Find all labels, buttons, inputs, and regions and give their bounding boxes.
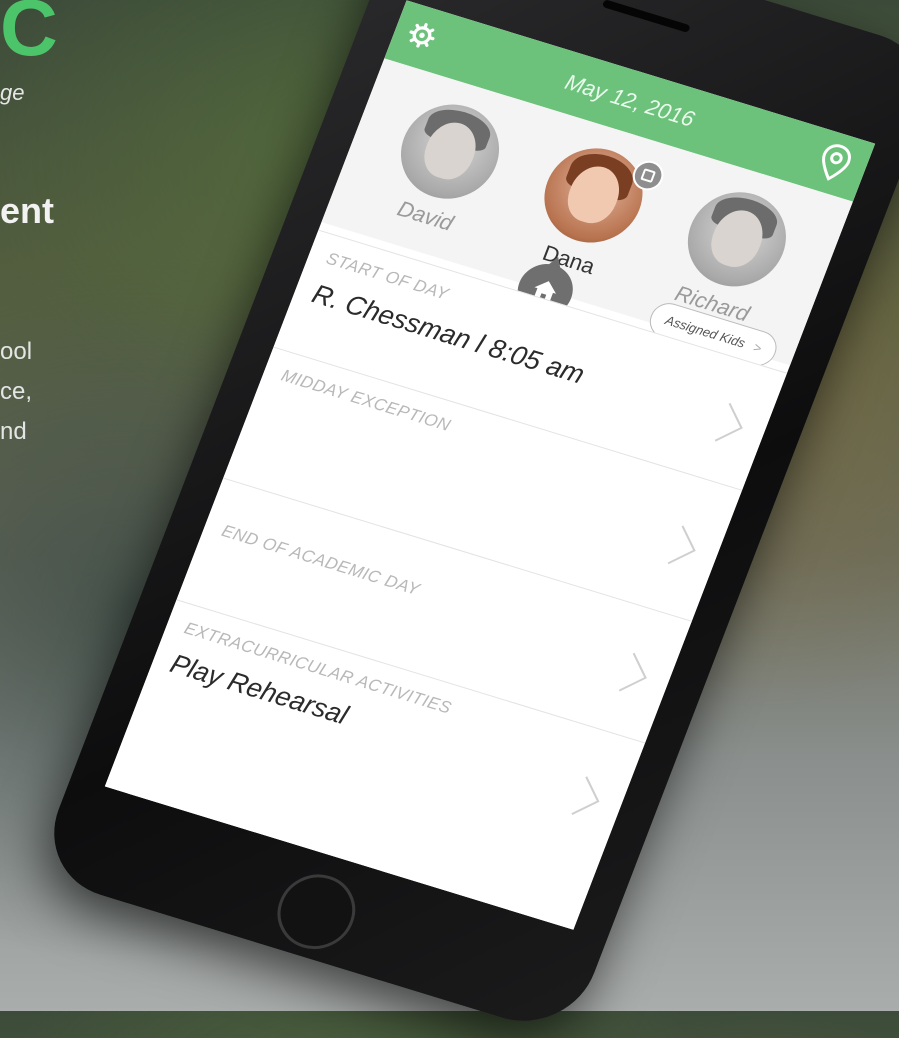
chevron-right-icon bbox=[571, 776, 600, 816]
chevron-right-icon bbox=[714, 402, 743, 442]
kid-name: David bbox=[394, 195, 457, 236]
row-label: END OF ACADEMIC DAY bbox=[219, 521, 423, 600]
app-screen: May 12, 2016 David Dana Richard Assigned… bbox=[104, 0, 876, 930]
hardware-home-button[interactable] bbox=[266, 865, 367, 959]
phone-scene: May 12, 2016 David Dana Richard Assigned… bbox=[0, 0, 899, 1038]
avatar bbox=[530, 136, 657, 255]
chevron-right-icon bbox=[618, 652, 647, 692]
avatar bbox=[673, 180, 801, 299]
kid-david[interactable]: David bbox=[368, 91, 520, 245]
phone-device: May 12, 2016 David Dana Richard Assigned… bbox=[33, 0, 899, 1038]
earpiece-speaker bbox=[601, 0, 691, 33]
avatar bbox=[386, 92, 514, 211]
chevron-right-icon: > bbox=[751, 339, 764, 356]
chevron-right-icon bbox=[667, 525, 696, 565]
